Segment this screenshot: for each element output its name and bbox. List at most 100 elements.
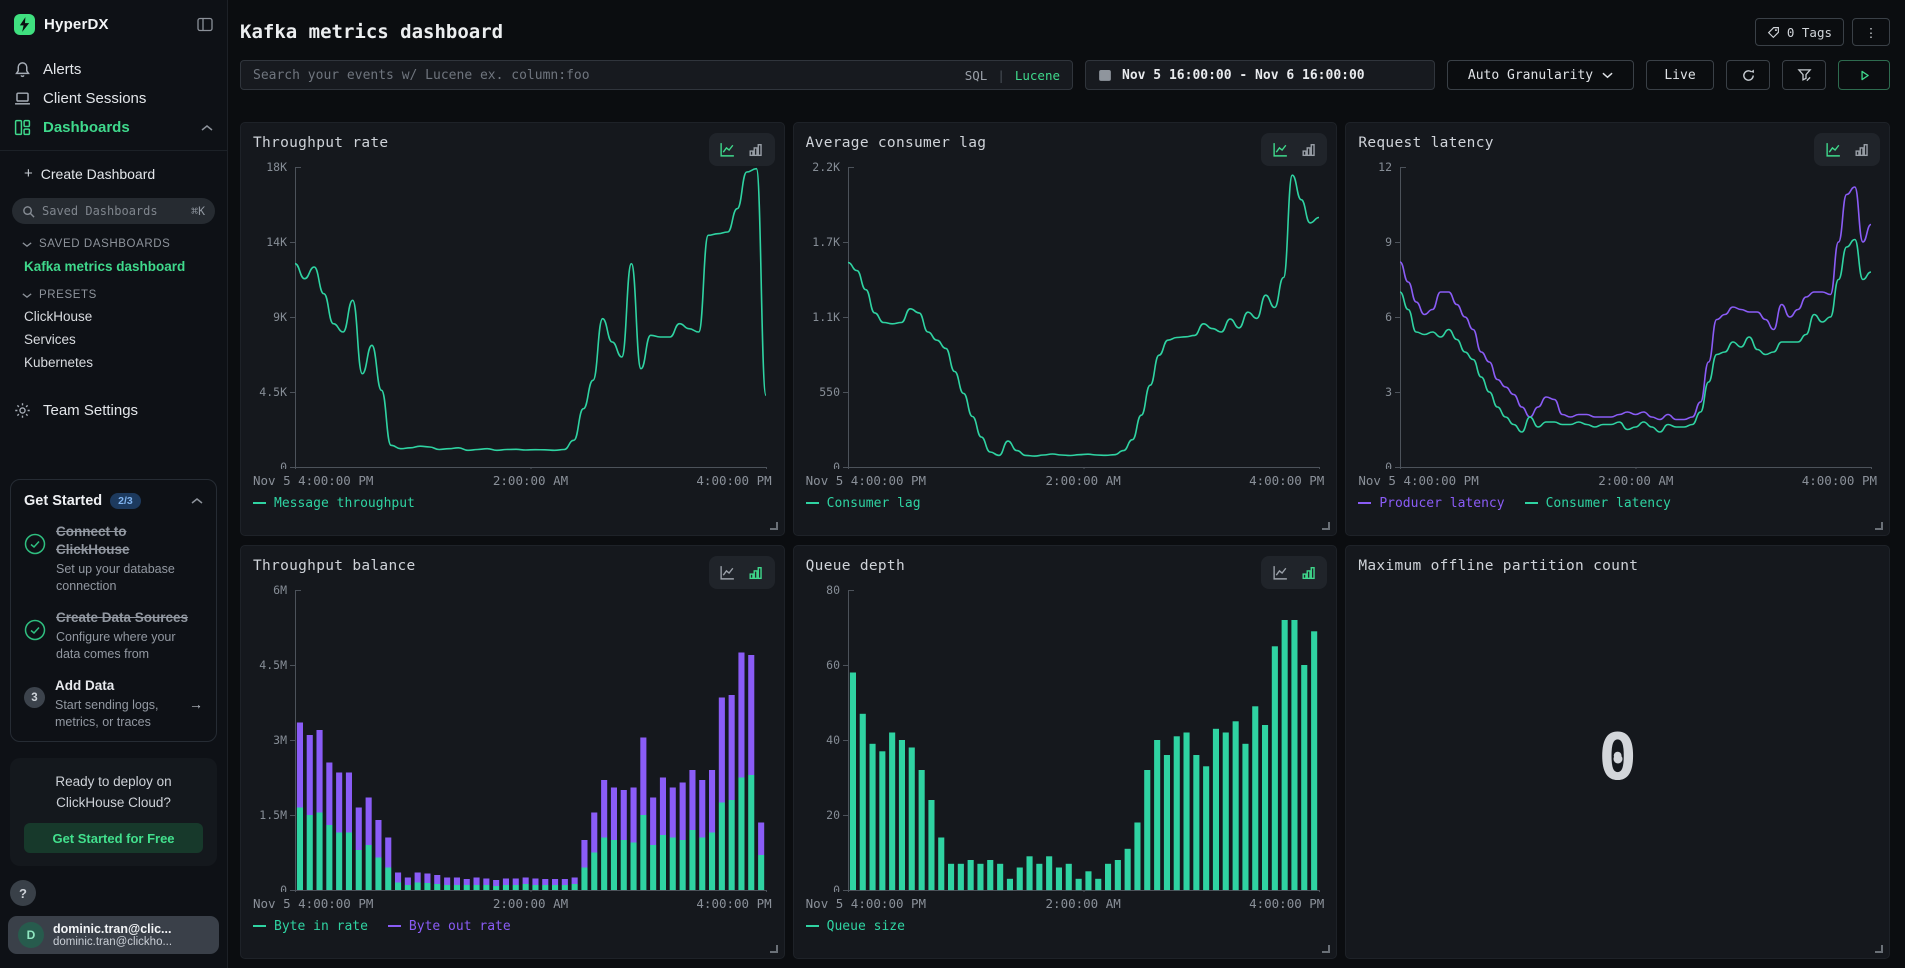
granularity-select[interactable]: Auto Granularity: [1447, 60, 1634, 90]
refresh-icon: [1741, 68, 1756, 83]
search-icon: [22, 205, 35, 218]
legend-entry[interactable]: Byte in rate: [253, 919, 368, 934]
resize-handle[interactable]: [1322, 945, 1330, 953]
svg-text:18K: 18K: [266, 160, 287, 174]
x-axis-label: 2:00:00 AM: [1046, 896, 1121, 911]
resize-handle[interactable]: [770, 945, 778, 953]
legend-entry[interactable]: Message throughput: [253, 496, 415, 511]
event-search[interactable]: SQL | Lucene: [240, 60, 1073, 90]
bell-icon: [14, 61, 31, 78]
presets-section-header[interactable]: PRESETS: [0, 279, 227, 305]
divider: |: [997, 68, 1005, 83]
sidebar-item-client-sessions[interactable]: Client Sessions: [0, 84, 227, 113]
chart-type-toggle: [1814, 133, 1880, 166]
chart-type-toggle: [1261, 133, 1327, 166]
lucene-mode-toggle[interactable]: Lucene: [1015, 68, 1060, 83]
page-title: Kafka metrics dashboard: [240, 21, 503, 43]
svg-text:60: 60: [826, 658, 840, 672]
chart-queue-depth[interactable]: 806040200: [806, 582, 1325, 892]
chevron-down-icon: [22, 241, 32, 248]
chart-request-latency[interactable]: 129630: [1358, 159, 1877, 469]
gear-icon: [14, 402, 31, 419]
sidebar-item-kubernetes[interactable]: Kubernetes: [0, 351, 227, 374]
sidebar-collapse-icon[interactable]: [197, 17, 213, 32]
event-search-input[interactable]: [253, 68, 955, 83]
logo: HyperDX: [0, 14, 227, 35]
sidebar-item-services[interactable]: Services: [0, 328, 227, 351]
resize-handle[interactable]: [1875, 522, 1883, 530]
line-chart-icon[interactable]: [1272, 564, 1289, 581]
live-button[interactable]: Live: [1646, 60, 1714, 90]
sidebar-item-alerts[interactable]: Alerts: [0, 55, 227, 84]
legend-entry[interactable]: Consumer lag: [806, 496, 921, 511]
bar-chart-icon[interactable]: [747, 564, 764, 581]
legend-entry[interactable]: Byte out rate: [388, 919, 511, 934]
plus-icon: +: [24, 165, 33, 182]
legend-entry[interactable]: Queue size: [806, 919, 905, 934]
refresh-button[interactable]: [1726, 60, 1770, 90]
chart-legend: Queue size: [806, 919, 1325, 934]
line-chart-icon[interactable]: [1825, 141, 1842, 158]
sidebar-item-clickhouse[interactable]: ClickHouse: [0, 305, 227, 328]
line-chart-icon[interactable]: [719, 564, 736, 581]
sidebar-item-dashboards[interactable]: Dashboards: [0, 113, 227, 142]
filter-button[interactable]: [1782, 60, 1826, 90]
tags-button[interactable]: 0 Tags: [1755, 18, 1844, 46]
get-started-free-button[interactable]: Get Started for Free: [24, 823, 203, 853]
get-started-step-add-data[interactable]: 3 Add Data Start sending logs, metrics, …: [24, 677, 203, 731]
get-started-card: Get Started 2/3 Connect to ClickHouse Se…: [10, 479, 217, 742]
chart-avg-consumer-lag[interactable]: 2.2K1.7K1.1K5500: [806, 159, 1325, 469]
svg-text:550: 550: [819, 385, 840, 399]
metric-number-body: 0: [1358, 578, 1877, 938]
bar-chart-icon[interactable]: [747, 141, 764, 158]
sidebar-item-kafka-dashboard[interactable]: Kafka metrics dashboard: [0, 254, 227, 279]
x-axis-label: Nov 5 4:00:00 PM: [806, 896, 926, 911]
progress-badge: 2/3: [110, 493, 141, 509]
sql-mode-toggle[interactable]: SQL: [965, 68, 988, 83]
kebab-menu-icon: ⋮: [1865, 25, 1878, 40]
tag-icon: [1767, 26, 1780, 39]
svg-text:40: 40: [826, 733, 840, 747]
saved-dashboards-search-input[interactable]: [42, 204, 184, 218]
time-range-picker[interactable]: Nov 5 16:00:00 - Nov 6 16:00:00: [1085, 60, 1435, 90]
x-axis-label: Nov 5 4:00:00 PM: [253, 473, 373, 488]
legend-entry[interactable]: Consumer latency: [1525, 496, 1671, 511]
resize-handle[interactable]: [770, 522, 778, 530]
svg-text:9: 9: [1385, 235, 1392, 249]
sidebar-item-team-settings[interactable]: Team Settings: [0, 396, 227, 425]
dashboards-icon: [14, 119, 31, 136]
chevron-up-icon[interactable]: [191, 497, 203, 505]
x-axis-label: 2:00:00 AM: [493, 896, 568, 911]
user-menu[interactable]: D dominic.tran@clic... dominic.tran@clic…: [8, 916, 219, 954]
x-axis-label: 2:00:00 AM: [1598, 473, 1673, 488]
saved-dashboards-section-header[interactable]: SAVED DASHBOARDS: [0, 228, 227, 254]
avatar: D: [18, 922, 44, 948]
chart-type-toggle: [709, 133, 775, 166]
line-chart-icon[interactable]: [719, 141, 736, 158]
run-query-button[interactable]: [1838, 60, 1890, 90]
line-chart-icon[interactable]: [1272, 141, 1289, 158]
chart-throughput-balance[interactable]: 6M4.5M3M1.5M0: [253, 582, 772, 892]
svg-text:80: 80: [826, 583, 840, 597]
get-started-step-connect[interactable]: Connect to ClickHouse Set up your databa…: [24, 523, 203, 595]
panel-throughput-rate: Throughput rate 18K14K9K4.5K0 Nov 5 4:00…: [240, 122, 785, 536]
svg-text:0: 0: [833, 883, 840, 892]
bar-chart-icon[interactable]: [1300, 141, 1317, 158]
more-menu-button[interactable]: ⋮: [1852, 18, 1890, 46]
cloud-promo-line2: ClickHouse Cloud?: [56, 795, 171, 810]
resize-handle[interactable]: [1322, 522, 1330, 530]
resize-handle[interactable]: [1875, 945, 1883, 953]
calendar-icon: [1098, 68, 1112, 82]
bar-chart-icon[interactable]: [1853, 141, 1870, 158]
user-name: dominic.tran@clic...: [53, 922, 172, 936]
bar-chart-icon[interactable]: [1300, 564, 1317, 581]
chart-canvas: 18K14K9K4.5K0: [253, 159, 772, 469]
create-dashboard-button[interactable]: + Create Dashboard: [0, 159, 227, 188]
saved-dashboards-search[interactable]: ⌘K: [12, 198, 215, 224]
get-started-step-sources[interactable]: Create Data Sources Configure where your…: [24, 609, 203, 663]
help-button[interactable]: ?: [10, 880, 36, 906]
check-circle-icon: [24, 619, 46, 641]
svg-text:1.5M: 1.5M: [259, 808, 287, 822]
chart-throughput-rate[interactable]: 18K14K9K4.5K0: [253, 159, 772, 469]
legend-entry[interactable]: Producer latency: [1358, 496, 1504, 511]
